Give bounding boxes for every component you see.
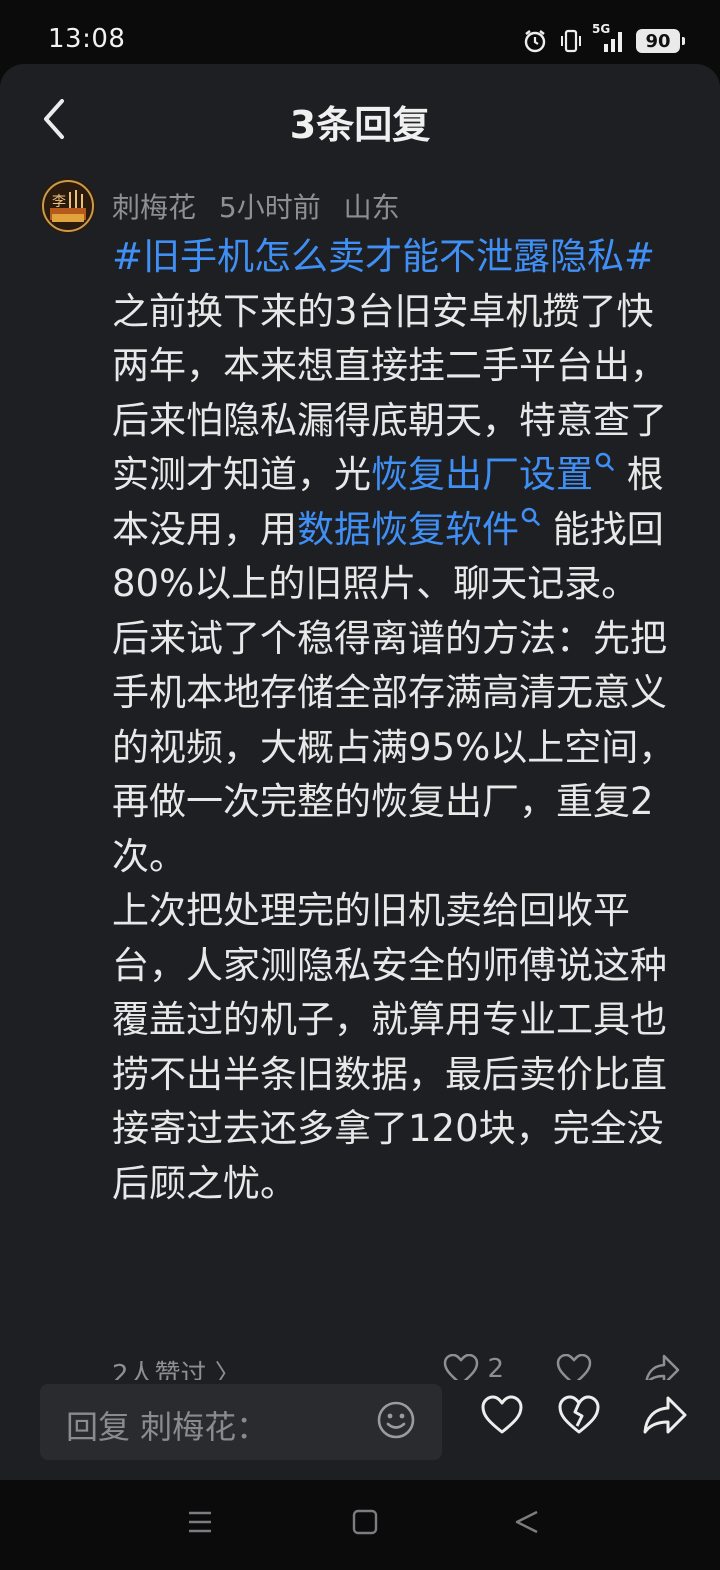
reply-bar: 回复 刺梅花：: [0, 1380, 720, 1480]
signal-icon: 5G: [592, 22, 626, 54]
search-link-label: 恢复出厂设置: [371, 453, 593, 496]
search-link-data-recovery[interactable]: 数据恢复软件: [297, 507, 541, 551]
share-button[interactable]: [642, 1394, 688, 1440]
page-title: 3条回复: [289, 103, 431, 147]
heart-icon: [481, 1395, 523, 1434]
nav-back-button[interactable]: [513, 1508, 541, 1540]
alarm-icon: [522, 28, 548, 54]
reply-input[interactable]: 回复 刺梅花：: [40, 1384, 442, 1460]
svg-text:李: 李: [52, 194, 66, 210]
comment-location: 山东: [343, 191, 400, 224]
replies-sheet: 3条回复 李 刺梅花 5小时前 山东 #旧手机怎么卖才能不泄露隐私# 之前换下来…: [0, 64, 720, 1480]
menu-icon: [189, 1511, 211, 1533]
status-bar: 13:08 5G 90: [0, 0, 720, 68]
comment-meta: 刺梅花 5小时前 山东: [112, 186, 414, 226]
author-name[interactable]: 刺梅花: [112, 191, 196, 224]
reply-placeholder: 回复 刺梅花：: [66, 1408, 269, 1446]
search-link-label: 数据恢复软件: [297, 507, 519, 551]
comment-paragraph-2: 后来试了个稳得离谱的方法：先把手机本地存储全部存满高清无意义的视频，大概占满95…: [112, 616, 676, 878]
home-square-icon: [352, 1509, 378, 1535]
status-icons: 5G 90: [522, 22, 685, 58]
broken-heart-icon: [558, 1395, 600, 1434]
search-link-factory-reset[interactable]: 恢复出厂设置: [371, 452, 615, 496]
comment-time: 5小时前: [218, 191, 321, 224]
search-icon: [595, 452, 614, 471]
avatar[interactable]: 李: [40, 178, 96, 234]
system-nav-bar: [0, 1480, 720, 1570]
comment-paragraph-3: 上次把处理完的旧机卖给回收平台，人家测隐私安全的师傅说这种覆盖过的机子，就算用专…: [112, 889, 667, 1205]
battery-icon: 90: [636, 29, 685, 53]
vibrate-icon: [558, 28, 584, 54]
status-time: 13:08: [48, 24, 126, 54]
header: 3条回复: [0, 64, 720, 174]
share-icon: [643, 1396, 687, 1434]
nav-home-button[interactable]: [351, 1508, 379, 1540]
search-icon: [521, 507, 540, 526]
back-triangle-icon: [515, 1510, 538, 1534]
like-button[interactable]: [480, 1394, 524, 1440]
comment-content: #旧手机怎么卖才能不泄露隐私# 之前换下来的3台旧安卓机攒了快两年，本来想直接挂…: [112, 230, 682, 1211]
network-label: 5G: [592, 22, 611, 36]
emoji-button[interactable]: [376, 1400, 416, 1444]
dislike-button[interactable]: [557, 1394, 601, 1440]
emoji-icon: [377, 1401, 415, 1439]
nav-menu-button[interactable]: [186, 1508, 214, 1540]
hashtag-link[interactable]: #旧手机怎么卖才能不泄露隐私#: [112, 235, 655, 278]
